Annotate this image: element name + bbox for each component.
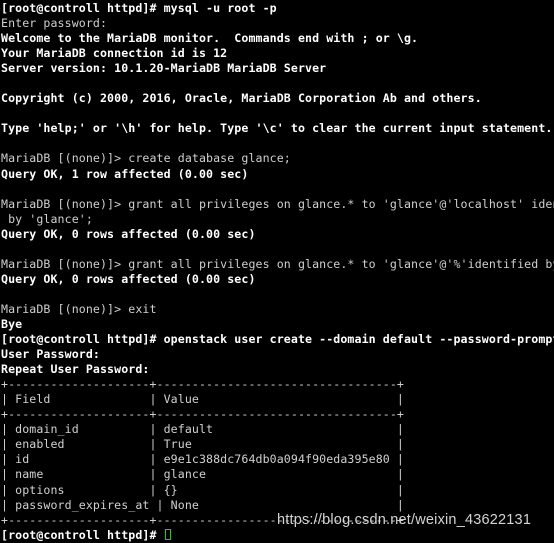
terminal-line: MariaDB [(none)]> create database glance…	[1, 151, 554, 166]
terminal-line: | Field | Value |	[1, 392, 554, 407]
terminal-line: [root@controll httpd]# openstack user cr…	[1, 332, 554, 347]
terminal-line-text: Type 'help;' or '\h' for help. Type '\c'…	[1, 121, 553, 136]
terminal-line: Welcome to the MariaDB monitor. Commands…	[1, 31, 554, 46]
terminal-line-text: MariaDB [(none)]> exit	[1, 301, 157, 316]
text-cursor	[164, 528, 171, 540]
terminal-line-text: [root@controll httpd]# openstack user cr…	[1, 332, 554, 347]
terminal-line: Server version: 10.1.20-MariaDB MariaDB …	[1, 61, 554, 76]
terminal-line-text: Server version: 10.1.20-MariaDB MariaDB …	[1, 61, 327, 76]
terminal-line: | id | e9e1c388dc764db0a094f90eda395e80 …	[1, 452, 554, 467]
terminal-line-text: MariaDB [(none)]> create database glance…	[1, 151, 291, 166]
terminal-line: Type 'help;' or '\h' for help. Type '\c'…	[1, 121, 554, 136]
terminal-line: MariaDB [(none)]> grant all privileges o…	[1, 197, 554, 212]
terminal-line: MariaDB [(none)]> grant all privileges o…	[1, 257, 554, 272]
terminal-line-text: Copyright (c) 2000, 2016, Oracle, MariaD…	[1, 91, 482, 106]
shell-prompt: [root@controll httpd]#	[1, 527, 164, 542]
terminal-line: User Password:	[1, 347, 554, 362]
terminal-line: MariaDB [(none)]> exit	[1, 302, 554, 317]
terminal-line-text: +--------------------+------------------…	[1, 407, 404, 422]
terminal-line-text: | Field | Value |	[1, 392, 404, 407]
terminal-line-text: Query OK, 1 row affected (0.00 sec)	[1, 166, 249, 181]
terminal-line: Query OK, 1 row affected (0.00 sec)	[1, 167, 554, 182]
terminal-window[interactable]: [root@controll httpd]# mysql -u root -p E…	[0, 0, 554, 543]
terminal-line-text: by 'glance';	[1, 211, 93, 226]
watermark-url: https://blog.csdn.net/weixin_43622131	[277, 512, 532, 528]
terminal-output: [root@controll httpd]# mysql -u root -p E…	[1, 1, 554, 528]
terminal-line-text: | options | {} |	[1, 482, 404, 497]
terminal-line-text: Query OK, 0 rows affected (0.00 sec)	[1, 226, 256, 241]
terminal-line-text: MariaDB [(none)]> grant all privileges o…	[1, 256, 554, 271]
terminal-line-text: Bye	[1, 316, 23, 331]
terminal-line: by 'glance';	[1, 212, 554, 227]
terminal-line-text: Repeat User Password:	[1, 362, 150, 377]
terminal-line-text: [root@controll httpd]# mysql -u root -p	[1, 1, 277, 15]
terminal-line: Copyright (c) 2000, 2016, Oracle, MariaD…	[1, 91, 554, 106]
terminal-final-prompt-line: [root@controll httpd]#	[1, 528, 554, 543]
terminal-line-text: MariaDB [(none)]> grant all privileges o…	[1, 196, 554, 211]
terminal-line-text: Enter password:	[1, 16, 108, 31]
terminal-line-text: Your MariaDB connection id is 12	[1, 46, 228, 61]
terminal-line-text: User Password:	[1, 347, 100, 362]
terminal-line: +--------------------+------------------…	[1, 377, 554, 392]
terminal-line: +--------------------+------------------…	[1, 407, 554, 422]
terminal-line-text: | enabled | True |	[1, 437, 404, 452]
terminal-line-text: +--------------------+------------------…	[1, 377, 404, 392]
terminal-line: Your MariaDB connection id is 12	[1, 46, 554, 61]
terminal-line: [root@controll httpd]# mysql -u root -p	[1, 1, 554, 16]
terminal-line: | password_expires_at | None |	[1, 498, 554, 513]
terminal-line: | domain_id | default |	[1, 422, 554, 437]
terminal-line-text: Query OK, 0 rows affected (0.00 sec)	[1, 271, 256, 286]
terminal-line: Query OK, 0 rows affected (0.00 sec)	[1, 272, 554, 287]
terminal-line: | name | glance |	[1, 467, 554, 482]
terminal-line: | enabled | True |	[1, 437, 554, 452]
terminal-line-text: | password_expires_at | None |	[1, 497, 404, 512]
terminal-line-text: | domain_id | default |	[1, 422, 404, 437]
terminal-line: Bye	[1, 317, 554, 332]
terminal-line: Repeat User Password:	[1, 362, 554, 377]
terminal-line: Enter password:	[1, 16, 554, 31]
terminal-line: Query OK, 0 rows affected (0.00 sec)	[1, 227, 554, 242]
terminal-line-text: | name | glance |	[1, 467, 404, 482]
terminal-line-text: | id | e9e1c388dc764db0a094f90eda395e80 …	[1, 452, 404, 467]
terminal-line: | options | {} |	[1, 483, 554, 498]
terminal-line-text: Welcome to the MariaDB monitor. Commands…	[1, 31, 419, 46]
